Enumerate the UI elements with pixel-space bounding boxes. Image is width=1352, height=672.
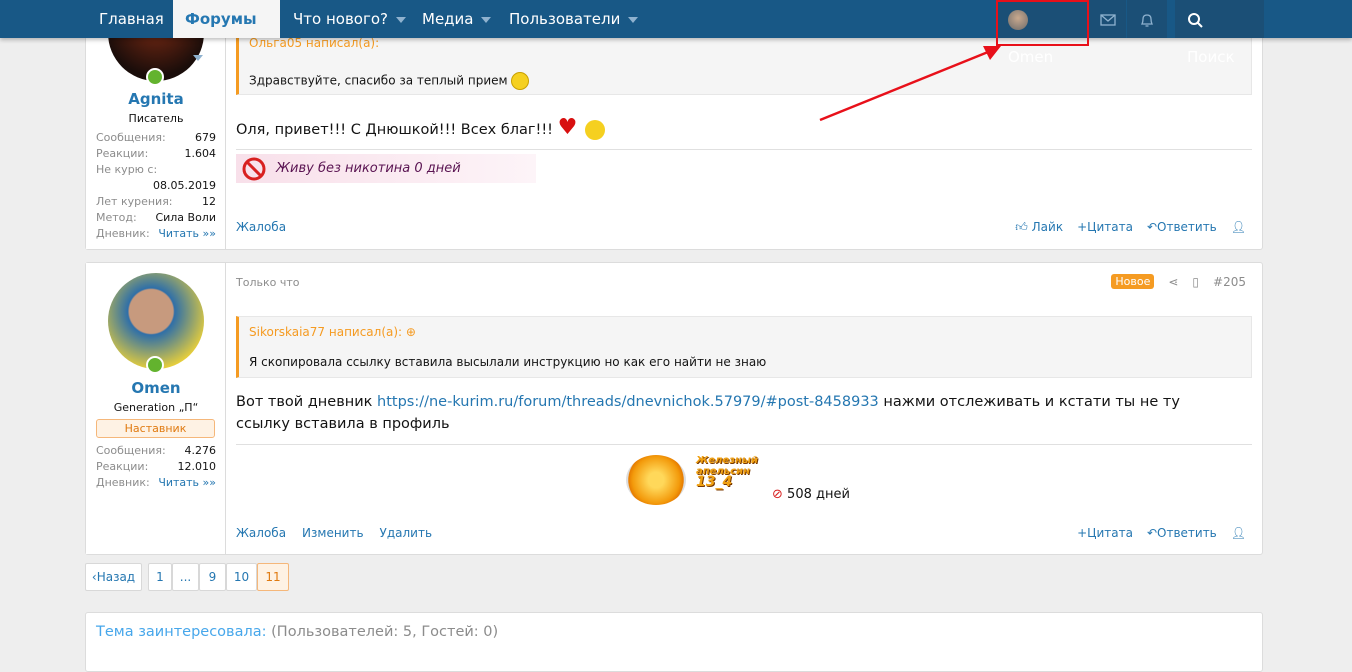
user-title: Generation „П“ <box>113 401 199 414</box>
post-number[interactable]: #205 <box>1213 275 1246 289</box>
user-stat: 08.05.2019 <box>153 179 216 192</box>
nav-forums[interactable]: Форумы <box>173 0 280 61</box>
diary-url-link[interactable]: https://ne-kurim.ru/forum/threads/dnevni… <box>377 394 879 410</box>
nav-label: Пользователи <box>509 10 621 28</box>
quote-text: Я скопировала ссылку вставила высылали и… <box>249 355 767 369</box>
divider <box>236 444 1252 445</box>
diary-link[interactable]: Читать »» <box>158 476 216 489</box>
annotation-box <box>996 0 1089 46</box>
chevron-down-icon[interactable] <box>193 54 203 61</box>
share-icon[interactable]: ⋖ <box>1168 275 1178 289</box>
dancing-emoji-icon <box>585 120 606 140</box>
reply-button[interactable]: ↶Ответить <box>1147 220 1217 235</box>
post: Omen Generation „П“ Наставник Сообщения:… <box>85 262 1263 555</box>
user-stat: Дневник: Читать »» <box>96 227 216 240</box>
nav-users[interactable]: Пользователи <box>497 0 650 38</box>
quote-text: Здравствуйте, спасибо за теплый прием <box>249 72 530 90</box>
user-stat: Реакции: 12.010 <box>96 460 216 473</box>
nav-whats-new[interactable]: Что нового? <box>281 0 418 38</box>
new-badge: Новое <box>1111 274 1155 289</box>
page-link[interactable]: 9 <box>199 563 226 591</box>
username[interactable]: Omen <box>86 379 226 397</box>
page-link[interactable]: 10 <box>226 563 257 591</box>
user-stat: Лет курения: 12 <box>96 195 216 208</box>
arrow-up-circle-icon: ⊕ <box>405 325 416 339</box>
chevron-down-icon[interactable] <box>481 16 492 23</box>
search-label: Поиск <box>1187 48 1235 66</box>
search-button[interactable]: Поиск <box>1175 0 1264 66</box>
like-button[interactable]: 👍︎ Лайк <box>1015 220 1063 235</box>
delete-link[interactable]: Удалить <box>380 526 433 540</box>
account-name: Omen <box>1008 48 1054 66</box>
quote-button[interactable]: +Цитата <box>1077 220 1133 235</box>
report-link[interactable]: Жалоба <box>236 526 286 540</box>
quote-block: Sikorskaia77 написал(а): ⊕ Я скопировала… <box>236 316 1252 378</box>
chevron-down-icon[interactable] <box>396 16 406 23</box>
pagination-prev[interactable]: ‹Назад <box>85 563 142 591</box>
quote-author[interactable]: Sikorskaia77 написал(а): ⊕ <box>249 325 416 339</box>
user-stat: Дневник: Читать »» <box>96 476 216 489</box>
nav-media[interactable]: Медиа <box>410 0 503 38</box>
edit-link[interactable]: Изменить <box>302 526 364 540</box>
envelope-icon[interactable] <box>1088 0 1126 38</box>
watchers-label[interactable]: Тема заинтересовала: <box>96 624 267 640</box>
smile-emoji-icon <box>511 72 530 90</box>
no-smoking-icon <box>242 157 266 180</box>
user-badge: Наставник <box>96 419 215 438</box>
username[interactable]: Agnita <box>86 90 226 108</box>
thread-watchers-block: Тема заинтересовала: (Пользователей: 5, … <box>85 612 1263 672</box>
no-smoking-icon: ⊘ <box>772 487 783 502</box>
user-stat: Сообщения: 679 <box>96 131 216 144</box>
quote-author[interactable]: Ольга05 написал(а): <box>249 36 379 50</box>
user-stat: Не курю с: <box>96 163 158 176</box>
quote-button[interactable]: +Цитата <box>1077 526 1133 540</box>
divider <box>236 149 1252 150</box>
watchers-count: (Пользователей: 5, Гостей: 0) <box>271 624 499 640</box>
page-link[interactable]: 1 <box>148 563 172 591</box>
top-navigation: Главная Форумы Что нового? Медиа Пользов… <box>0 0 1352 66</box>
user-stat: Реакции: 1.604 <box>96 147 216 160</box>
bell-icon[interactable] <box>1127 0 1167 38</box>
user-stat: Метод: Сила Воли <box>96 211 216 224</box>
signature: Железный апельсин 13_4 ⊘ 508 дней <box>626 451 866 507</box>
reply-button[interactable]: ↶Ответить <box>1147 526 1217 540</box>
user-stat: Сообщения: 4.276 <box>96 444 216 457</box>
user-title: Писатель <box>128 112 184 125</box>
page-current[interactable]: 11 <box>257 563 289 591</box>
nav-label: Что нового? <box>293 10 388 28</box>
annotation-arrow <box>819 46 1001 122</box>
report-link[interactable]: Жалоба <box>236 220 286 234</box>
nav-label: Медиа <box>422 10 474 28</box>
post-body: Вот твой дневник https://ne-kurim.ru/for… <box>236 394 1180 432</box>
signature-days: ⊘ 508 дней <box>772 487 850 502</box>
post-time[interactable]: Только что <box>236 276 299 289</box>
nav-forums-label: Форумы <box>185 10 257 28</box>
post-user-info: Omen Generation „П“ Наставник Сообщения:… <box>86 263 226 554</box>
signature: Живу без никотина 0 дней <box>236 154 536 183</box>
chevron-down-icon[interactable] <box>628 16 639 23</box>
nav-home[interactable]: Главная <box>87 0 176 38</box>
user-icon[interactable]: 👤︎ <box>1231 220 1246 235</box>
avatar[interactable] <box>108 273 204 369</box>
post-body: Оля, привет!!! С Днюшкой!!! Всех благ!!!… <box>236 117 1252 141</box>
page-ellipsis[interactable]: ... <box>172 563 199 591</box>
heart-emoji-icon: ♥ <box>557 115 578 140</box>
user-icon[interactable]: 👤︎ <box>1231 526 1246 540</box>
online-status-icon <box>146 68 164 86</box>
search-icon <box>1188 12 1203 28</box>
bookmark-icon[interactable]: ▯ <box>1192 275 1199 289</box>
diary-link[interactable]: Читать »» <box>158 227 216 240</box>
iron-orange-logo: Железный апельсин 13_4 <box>626 451 766 507</box>
online-status-icon <box>146 356 164 374</box>
